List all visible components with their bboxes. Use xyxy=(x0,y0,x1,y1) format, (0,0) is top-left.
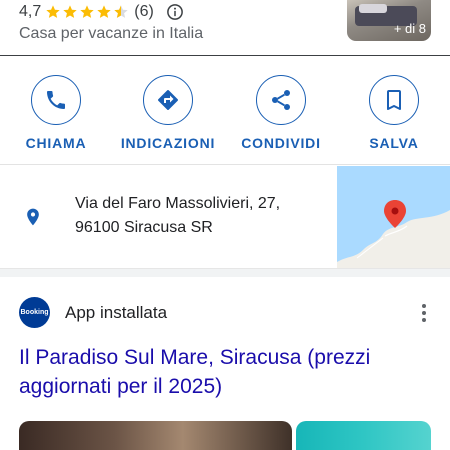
star-icon xyxy=(97,5,111,18)
save-button-label: SALVA xyxy=(369,135,419,151)
pillow-image xyxy=(359,4,387,13)
section-divider xyxy=(0,268,450,277)
info-icon[interactable] xyxy=(166,3,184,21)
more-options-icon[interactable] xyxy=(415,303,433,323)
photo-thumbnail[interactable]: + di 8 xyxy=(347,0,431,41)
action-bar: CHIAMA INDICAZIONI CONDIVIDI SALVA xyxy=(0,57,450,165)
call-button-label: CHIAMA xyxy=(25,135,87,151)
share-button[interactable]: CONDIVIDI xyxy=(226,75,336,155)
photo-count: + di 8 xyxy=(393,21,426,36)
place-category: Casa per vacanze in Italia xyxy=(19,25,204,42)
result-title-link[interactable]: Il Paradiso Sul Mare, Siracusa (prezzi a… xyxy=(19,343,439,401)
map-thumbnail[interactable] xyxy=(337,166,450,268)
save-button[interactable]: SALVA xyxy=(339,75,449,155)
call-button[interactable]: CHIAMA xyxy=(1,75,111,155)
phone-icon xyxy=(47,91,65,109)
directions-button[interactable]: INDICAZIONI xyxy=(113,75,223,155)
share-button-circle[interactable] xyxy=(256,75,306,125)
result-image-1[interactable] xyxy=(19,421,292,450)
directions-button-label: INDICAZIONI xyxy=(120,135,216,151)
rating-stars xyxy=(45,4,130,20)
call-button-circle[interactable] xyxy=(31,75,81,125)
share-button-label: CONDIVIDI xyxy=(241,135,321,151)
star-icon xyxy=(46,5,60,18)
booking-app-logo: Booking xyxy=(19,297,50,328)
address-line-1: Via del Faro Massolivieri, 27, xyxy=(75,195,281,212)
star-half-icon xyxy=(114,5,128,18)
review-count[interactable]: (6) xyxy=(134,3,154,21)
directions-button-circle[interactable] xyxy=(143,75,193,125)
map-image xyxy=(337,166,450,268)
rating-row[interactable]: 4,7 (6) xyxy=(19,1,184,23)
save-button-circle[interactable] xyxy=(369,75,419,125)
rating-value: 4,7 xyxy=(19,3,42,20)
address-line-2: 96100 Siracusa SR xyxy=(75,219,213,236)
bookmark-icon xyxy=(387,90,401,110)
place-header: 4,7 (6) Casa per vacanze in Italia + di … xyxy=(0,0,450,56)
result-image-2[interactable] xyxy=(296,421,431,450)
app-installed-label: App installata xyxy=(65,303,168,322)
share-icon xyxy=(272,90,290,110)
directions-icon xyxy=(158,90,178,110)
star-icon xyxy=(80,5,94,18)
location-pin-icon xyxy=(27,208,39,226)
star-icon xyxy=(63,5,77,18)
